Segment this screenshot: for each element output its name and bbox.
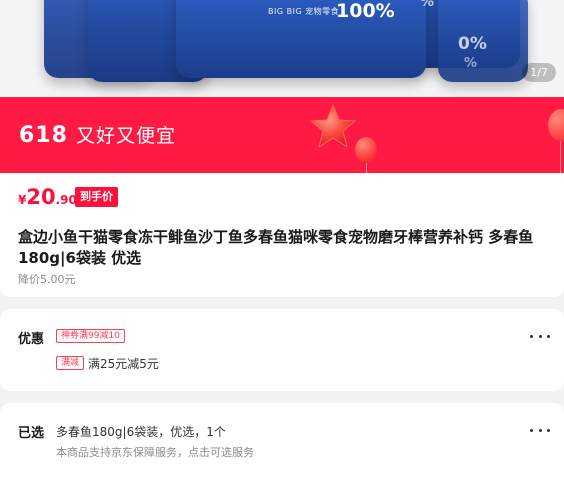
pack-percent-text-back: 0%	[458, 34, 487, 54]
balloon-string	[560, 141, 561, 173]
selected-spec-card[interactable]: 已选 多春鱼180g|6袋装，优选，1个 本商品支持京东保障服务，点击可选服务	[0, 403, 564, 490]
promotions-label: 优惠	[18, 332, 45, 347]
promotions-card[interactable]: 优惠 神券满99减10 满减 满25元减5元	[0, 309, 564, 391]
banner-slogan: 又好又便宜	[75, 125, 176, 147]
selected-label: 已选	[18, 426, 45, 441]
product-info-card: ¥20.90 到手价 盒边小鱼干猫零食冻干鲱鱼沙丁鱼多春鱼猫咪零食宠物磨牙棒营养…	[0, 173, 564, 297]
event-number: 618	[19, 123, 68, 148]
balloon-icon	[548, 109, 564, 141]
product-title: 盒边小鱼干猫零食冻干鲱鱼沙丁鱼多春鱼猫咪零食宠物磨牙棒营养补钙 多春鱼180g|…	[18, 228, 534, 267]
balloon-string	[366, 163, 367, 173]
star-balloon-icon	[310, 104, 356, 148]
service-note: 本商品支持京东保障服务，点击可选服务	[56, 446, 254, 459]
selected-spec-value: 多春鱼180g|6袋装，优选，1个	[56, 425, 226, 439]
price-decimal: .90	[55, 193, 77, 207]
final-price: ¥20.90	[18, 185, 77, 209]
discount-text: 满25元减5元	[88, 357, 159, 371]
banner-text: 618 又好又便宜	[19, 121, 176, 148]
final-price-tag: 到手价	[75, 187, 118, 207]
more-dots-icon[interactable]	[530, 427, 550, 433]
pack-percent-text: 100%	[336, 0, 395, 22]
discount-badge: 满减	[56, 356, 85, 370]
price-integer: 20	[26, 185, 56, 209]
pack-percent-text-back: %	[464, 56, 478, 71]
more-dots-icon[interactable]	[530, 333, 550, 339]
price-drop-note: 降价5.00元	[18, 273, 76, 286]
coupon-badge: 神券满99减10	[56, 329, 125, 343]
pack-percent-text-back: %	[420, 0, 435, 10]
image-counter: 1/7	[522, 63, 556, 82]
promo-banner[interactable]: 618 又好又便宜	[0, 97, 564, 173]
product-image-gallery[interactable]: BIG BIG 宠物零食 100% % 0% % 1/7	[0, 0, 564, 97]
pack-brand-text: BIG BIG 宠物零食	[268, 7, 340, 16]
balloon-icon	[355, 137, 377, 163]
